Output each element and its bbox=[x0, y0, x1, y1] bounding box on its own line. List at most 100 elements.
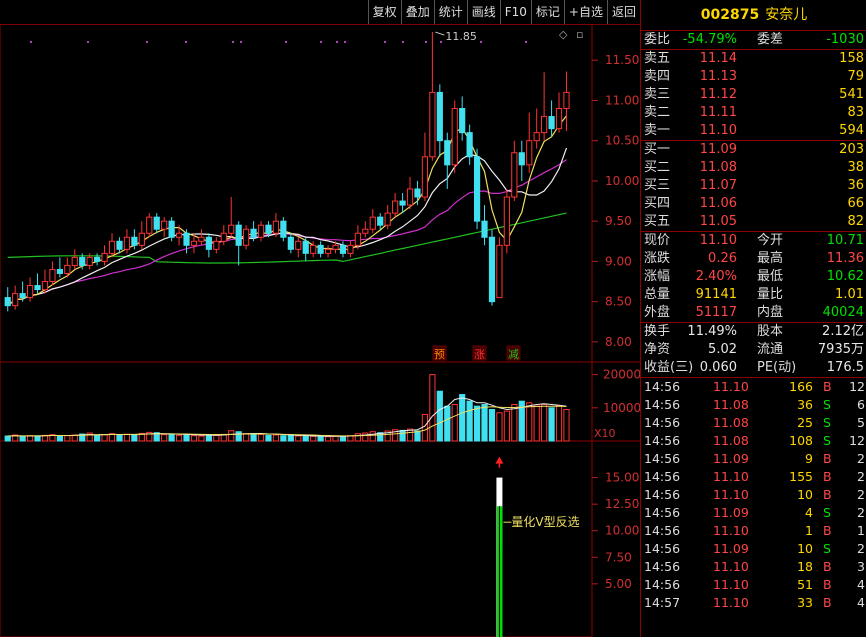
tick-row: 14:56 11.10 1 B 1 bbox=[641, 522, 866, 540]
toolbar-button[interactable]: 标记 bbox=[530, 0, 564, 24]
tick-time: 14:56 bbox=[644, 397, 681, 412]
stock-header: 002875 安奈儿 bbox=[641, 0, 866, 31]
diamond-icon[interactable]: ◇ bbox=[559, 28, 568, 41]
candle-body bbox=[34, 285, 41, 291]
volume-bar bbox=[64, 435, 71, 442]
volume-bar bbox=[503, 410, 510, 442]
toolbar-button[interactable]: 叠加 bbox=[400, 0, 434, 24]
candle-body bbox=[146, 216, 153, 234]
bids-label: 买五 bbox=[644, 214, 671, 229]
tick-price: 11.08 bbox=[713, 415, 749, 430]
candle-body bbox=[123, 236, 131, 250]
fund-row: 净资 5.02 流通 7935万 bbox=[641, 341, 866, 359]
tick-side: S bbox=[823, 541, 831, 556]
volume-bar bbox=[183, 434, 190, 442]
candle-body bbox=[347, 244, 354, 254]
quote-value: 11.10 bbox=[699, 233, 737, 248]
tick-time: 14:56 bbox=[644, 523, 681, 538]
toolbar-button[interactable]: 画线 bbox=[466, 0, 500, 24]
fund-row: 收益(三) 0.060 PE(动) 176.5 bbox=[641, 359, 866, 377]
price-tick-label: 9.00 bbox=[605, 254, 632, 268]
window-toggle-icon[interactable]: ▫ bbox=[576, 28, 583, 41]
tick-list[interactable]: 14:56 11.10 166 B 12 14:56 11.08 36 S 6 14:56 11.08… bbox=[641, 377, 866, 612]
fund-value: 176.5 bbox=[826, 360, 864, 375]
tick-row: 14:56 11.09 10 S 2 bbox=[641, 540, 866, 558]
asks-volume: 594 bbox=[839, 123, 864, 138]
quote-label: 内盘 bbox=[757, 305, 784, 320]
candle-body bbox=[198, 236, 205, 242]
bids-label: 买四 bbox=[644, 196, 671, 211]
candle-body bbox=[414, 188, 421, 198]
event-dot bbox=[30, 41, 32, 43]
toolbar-button[interactable]: 返回 bbox=[606, 0, 640, 24]
volume-bar bbox=[429, 374, 436, 442]
candle-body bbox=[56, 268, 63, 274]
toolbar-button[interactable]: 统计 bbox=[433, 0, 467, 24]
volume-bar bbox=[123, 433, 131, 442]
asks-row: 卖五 11.14 158 bbox=[641, 50, 866, 68]
quote-panel: 002875 安奈儿 委比 -54.79% 委差 -1030 卖五 11.14 158… bbox=[640, 0, 866, 637]
tick-row: 14:56 11.10 10 B 2 bbox=[641, 486, 866, 504]
tick-volume: 33 bbox=[797, 595, 813, 610]
tick-volume: 4 bbox=[805, 505, 813, 520]
volume-bar bbox=[444, 405, 451, 442]
volume-bar bbox=[369, 431, 376, 442]
candle-body bbox=[19, 293, 26, 299]
candle-body bbox=[406, 188, 414, 206]
chart-toolbar: 复权 叠加 统计 画线 F10 标记 +自选 返回 bbox=[0, 0, 640, 25]
candle-body bbox=[526, 140, 533, 166]
toolbar-button[interactable]: F10 bbox=[499, 0, 531, 24]
toolbar-button[interactable]: 复权 bbox=[367, 0, 401, 24]
volume-bar bbox=[168, 433, 175, 442]
tick-count: 5 bbox=[857, 415, 865, 430]
bids-label: 买二 bbox=[644, 160, 671, 175]
volume-bar bbox=[332, 435, 339, 442]
candle-body bbox=[272, 220, 280, 234]
tick-count: 2 bbox=[857, 469, 865, 484]
bids-label: 买三 bbox=[644, 178, 671, 193]
volume-bar bbox=[533, 405, 540, 442]
signal-tag: 减 bbox=[508, 348, 519, 361]
kline-chart[interactable]: 11.50 11.00 10.50 10.00 9.50 9.00 8.50 8.00 ◇ ▫ 11… bbox=[0, 24, 640, 637]
indicator-tick-label: 12.50 bbox=[605, 497, 639, 511]
toolbar-button[interactable]: +自选 bbox=[563, 0, 607, 24]
fund-value: 11.49% bbox=[687, 324, 737, 339]
tick-count: 2 bbox=[857, 451, 865, 466]
candle-body bbox=[511, 152, 518, 198]
indicator-tick-label: 7.50 bbox=[605, 550, 632, 564]
bids-row: 买二 11.08 38 bbox=[641, 159, 866, 177]
tick-volume: 18 bbox=[797, 559, 813, 574]
asks-volume: 79 bbox=[847, 69, 864, 84]
candle-body bbox=[548, 116, 555, 130]
tick-row: 14:56 11.09 4 S 2 bbox=[641, 504, 866, 522]
tick-row: 14:57 11.10 33 B 4 bbox=[641, 594, 866, 612]
asks-volume: 541 bbox=[839, 87, 864, 102]
fund-value: 2.12亿 bbox=[822, 324, 864, 339]
event-dot bbox=[185, 41, 187, 43]
event-dot bbox=[402, 41, 404, 43]
asks-price: 11.12 bbox=[699, 87, 737, 102]
event-dot bbox=[146, 41, 148, 43]
candle-body bbox=[153, 216, 160, 230]
volume-bar bbox=[473, 405, 481, 442]
candle-body bbox=[101, 252, 108, 262]
candle-body bbox=[12, 293, 19, 307]
candle-body bbox=[108, 240, 116, 254]
tick-count: 3 bbox=[857, 559, 865, 574]
volume-bar bbox=[310, 435, 317, 442]
high-pointer bbox=[435, 31, 445, 36]
candle-body bbox=[488, 236, 496, 303]
volume-bar bbox=[421, 413, 429, 442]
bids-row: 买五 11.05 82 bbox=[641, 213, 866, 231]
volume-bar bbox=[243, 433, 250, 442]
candle-body bbox=[295, 240, 302, 250]
volume-bar bbox=[548, 407, 555, 442]
asks-volume: 158 bbox=[839, 51, 864, 66]
event-dot bbox=[240, 41, 242, 43]
volume-bar bbox=[56, 435, 63, 442]
tick-time: 14:57 bbox=[644, 595, 681, 610]
volume-bar bbox=[280, 435, 287, 442]
tick-time: 14:56 bbox=[644, 379, 681, 394]
quote-value: 0.26 bbox=[708, 251, 737, 266]
indicator-tick-label: 5.00 bbox=[605, 577, 632, 591]
